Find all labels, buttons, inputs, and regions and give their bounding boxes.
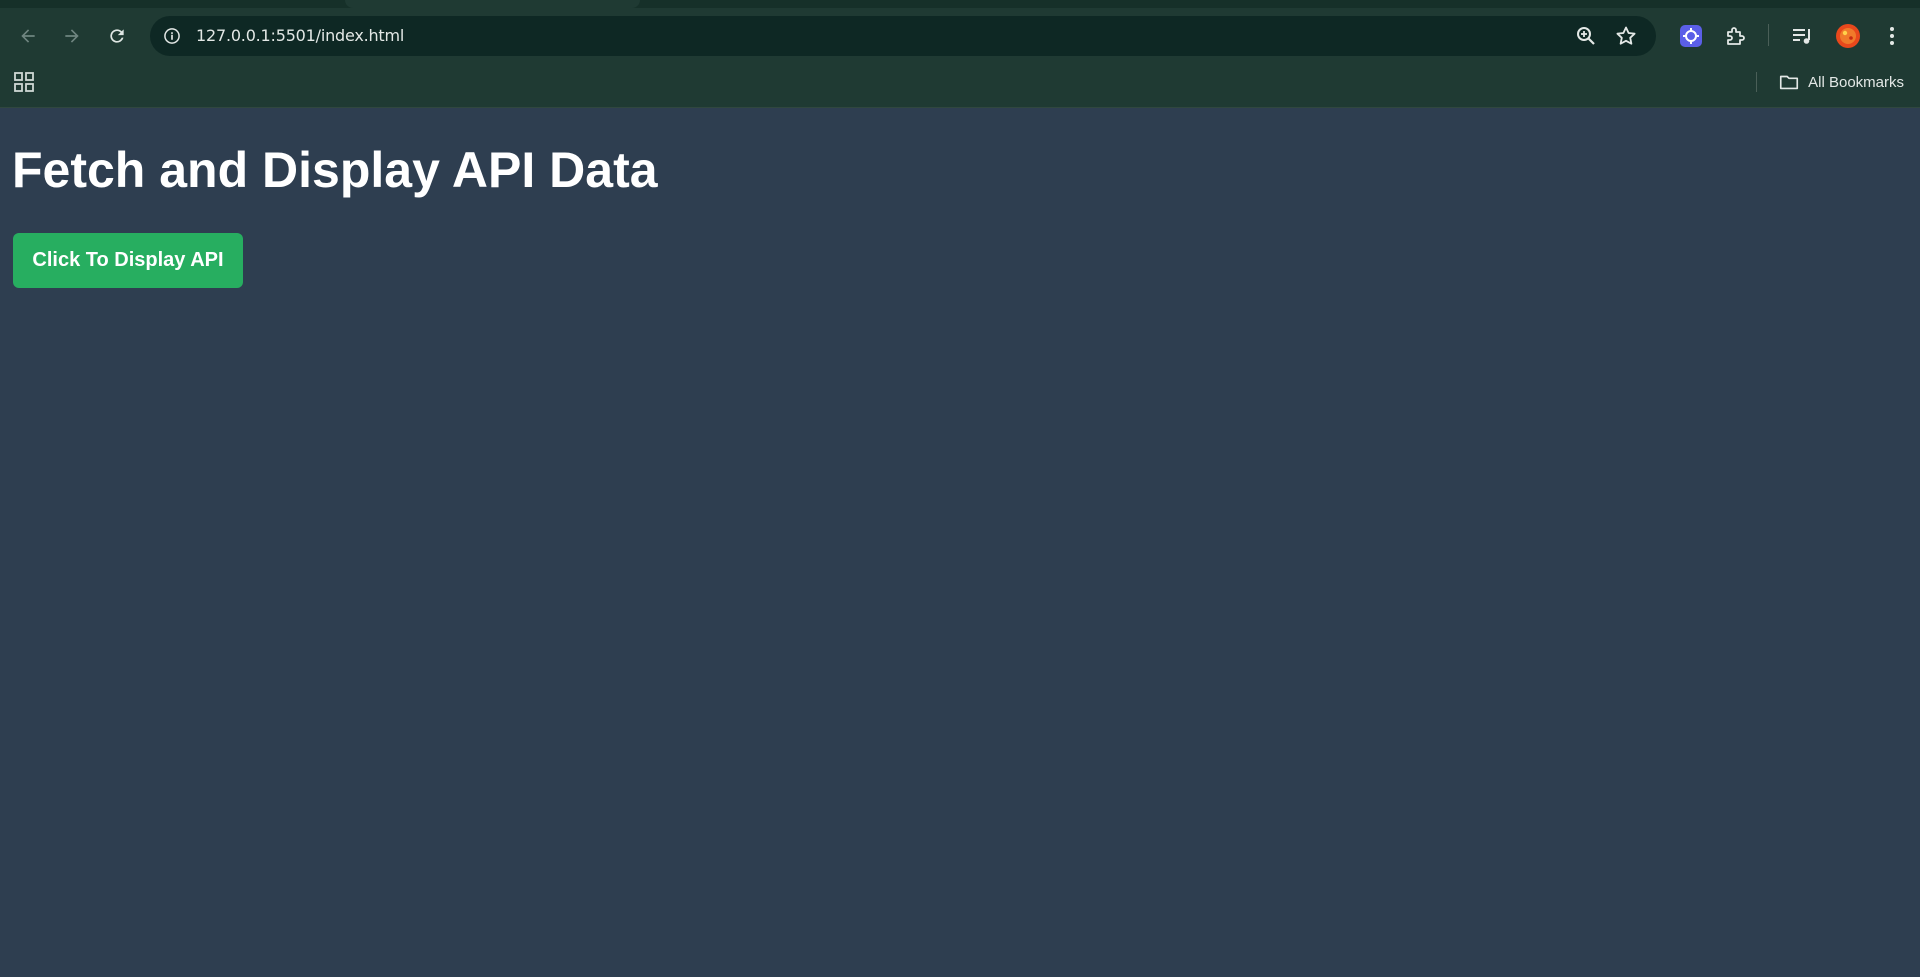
reload-button[interactable] [101, 20, 133, 52]
apps-grid-icon[interactable] [12, 70, 36, 94]
bookmarks-divider [1756, 72, 1757, 92]
star-icon[interactable] [1614, 24, 1638, 48]
all-bookmarks-label: All Bookmarks [1808, 73, 1904, 91]
url-text[interactable]: 127.0.0.1:5501/index.html [196, 26, 404, 45]
arrow-right-icon [65, 29, 79, 43]
forward-button[interactable] [56, 20, 88, 52]
tab-strip [0, 0, 1920, 8]
puzzle-icon[interactable] [1721, 22, 1749, 50]
avatar-icon[interactable] [1834, 22, 1862, 50]
extension-badge-icon[interactable] [1677, 22, 1705, 50]
more-vertical-icon[interactable] [1878, 22, 1906, 50]
arrow-left-icon [21, 29, 35, 43]
active-tab[interactable] [345, 0, 640, 8]
back-button[interactable] [12, 20, 44, 52]
browser-toolbar: 127.0.0.1:5501/index.html [0, 14, 1920, 58]
folder-icon [1780, 75, 1799, 90]
all-bookmarks-button[interactable]: All Bookmarks [1778, 70, 1904, 94]
address-bar[interactable]: 127.0.0.1:5501/index.html [150, 16, 1656, 56]
reload-icon [110, 29, 124, 43]
info-icon[interactable] [160, 24, 184, 48]
toolbar-divider [1768, 24, 1769, 46]
zoom-in-icon[interactable] [1574, 24, 1598, 48]
browser-chrome: 127.0.0.1:5501/index.html All Bookmarks [0, 0, 1920, 108]
page-content: Fetch and Display API Data Click To Disp… [0, 108, 1920, 977]
page-title: Fetch and Display API Data [12, 142, 658, 198]
display-api-button[interactable]: Click To Display API [13, 233, 243, 288]
media-queue-icon[interactable] [1788, 22, 1816, 50]
bookmarks-bar: All Bookmarks [0, 66, 1920, 98]
